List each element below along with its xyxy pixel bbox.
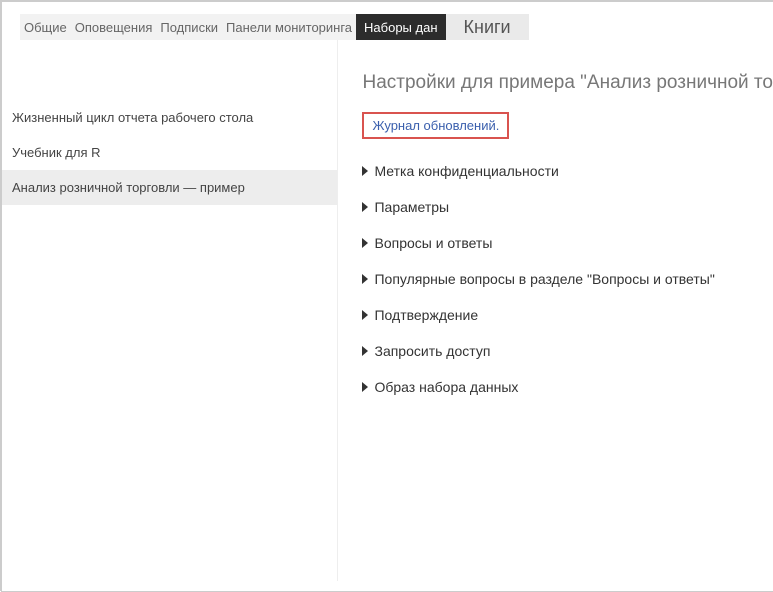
tab-general[interactable]: Общие <box>20 14 71 40</box>
section-label: Запросить доступ <box>374 343 490 359</box>
caret-right-icon <box>362 382 368 392</box>
tab-books[interactable]: Книги <box>446 14 529 40</box>
section-endorsement[interactable]: Подтверждение <box>362 297 773 333</box>
sidebar-item-lifecycle[interactable]: Жизненный цикл отчета рабочего стола <box>2 100 337 135</box>
section-label: Популярные вопросы в разделе "Вопросы и … <box>374 271 714 287</box>
main-panel: Настройки для примера "Анализ розничной … <box>338 40 773 581</box>
sidebar: Жизненный цикл отчета рабочего стола Уче… <box>2 40 338 581</box>
section-label: Подтверждение <box>374 307 478 323</box>
tab-dashboards[interactable]: Панели мониторинга <box>222 14 356 40</box>
caret-right-icon <box>362 274 368 284</box>
tab-datasets[interactable]: Наборы дан <box>356 14 445 40</box>
settings-accordion: Метка конфиденциальности Параметры Вопро… <box>362 153 773 405</box>
caret-right-icon <box>362 310 368 320</box>
tab-subscriptions[interactable]: Подписки <box>156 14 222 40</box>
sidebar-item-retail-analysis[interactable]: Анализ розничной торговли — пример <box>2 170 337 205</box>
section-sensitivity-label[interactable]: Метка конфиденциальности <box>362 153 773 189</box>
caret-right-icon <box>362 202 368 212</box>
section-dataset-image[interactable]: Образ набора данных <box>362 369 773 405</box>
section-label: Параметры <box>374 199 449 215</box>
page-title: Настройки для примера "Анализ розничной … <box>362 72 773 94</box>
section-label: Метка конфиденциальности <box>374 163 558 179</box>
refresh-history-link[interactable]: Журнал обновлений. <box>362 112 509 139</box>
top-tabs: Общие Оповещения Подписки Панели монитор… <box>2 2 773 40</box>
section-label: Образ набора данных <box>374 379 518 395</box>
caret-right-icon <box>362 346 368 356</box>
section-request-access[interactable]: Запросить доступ <box>362 333 773 369</box>
section-label: Вопросы и ответы <box>374 235 492 251</box>
section-qna[interactable]: Вопросы и ответы <box>362 225 773 261</box>
sidebar-item-r-tutorial[interactable]: Учебник для R <box>2 135 337 170</box>
caret-right-icon <box>362 166 368 176</box>
section-featured-qna[interactable]: Популярные вопросы в разделе "Вопросы и … <box>362 261 773 297</box>
section-parameters[interactable]: Параметры <box>362 189 773 225</box>
caret-right-icon <box>362 238 368 248</box>
tab-alerts[interactable]: Оповещения <box>71 14 157 40</box>
